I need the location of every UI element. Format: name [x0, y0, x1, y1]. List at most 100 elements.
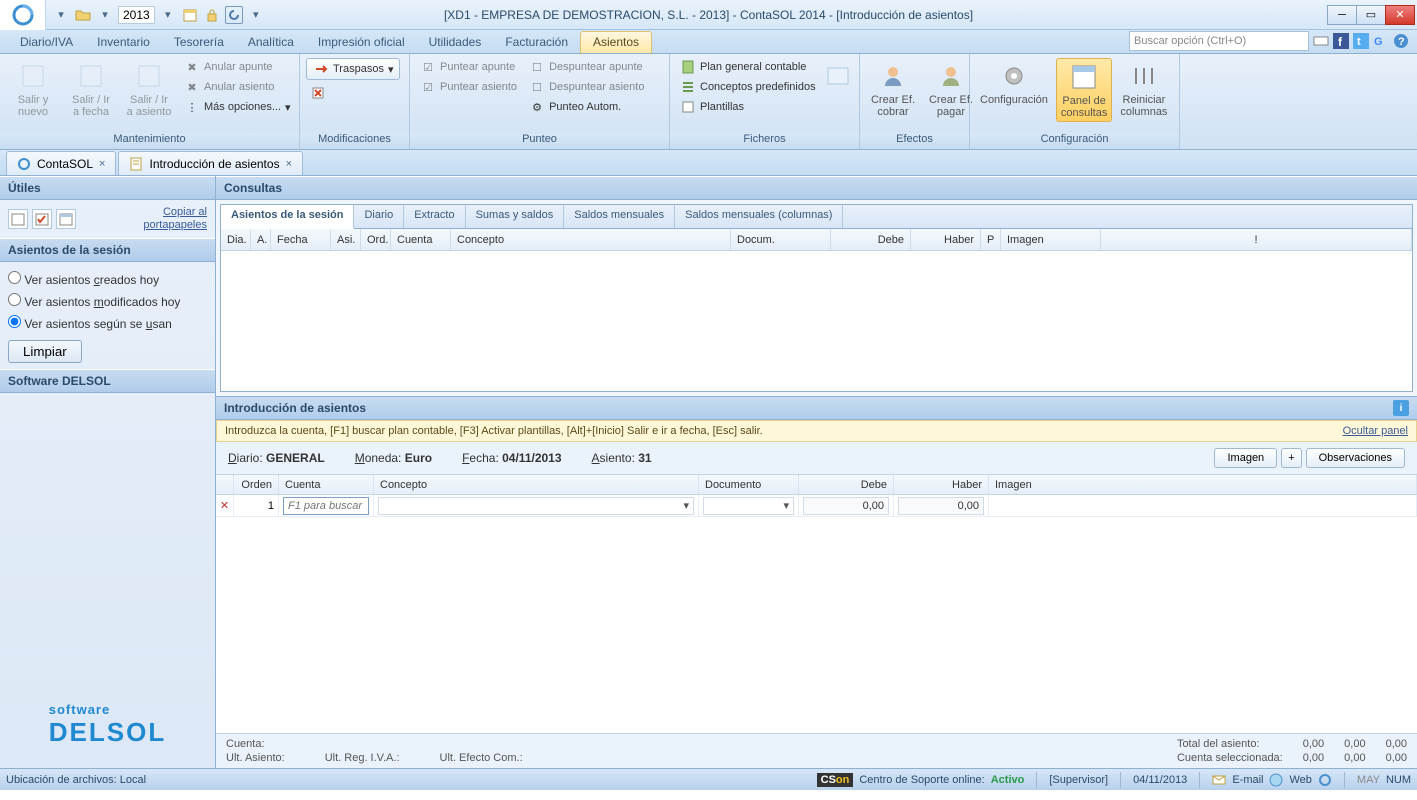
hint-bar: Introduzca la cuenta, [F1] buscar plan c…: [216, 420, 1417, 442]
plus-button[interactable]: +: [1281, 448, 1301, 468]
keyboard-icon[interactable]: [1313, 33, 1329, 49]
group-label: Punteo: [410, 133, 669, 149]
may-status: MAY: [1357, 774, 1380, 786]
lock-icon[interactable]: [203, 6, 221, 24]
google-icon[interactable]: G: [1373, 33, 1389, 49]
copiar-link[interactable]: Copiar al portapapeles: [143, 206, 207, 232]
search-input[interactable]: Buscar opción (Ctrl+O): [1129, 31, 1309, 51]
ficheros-extra-button[interactable]: [824, 58, 853, 94]
concepto-dropdown[interactable]: ▾: [378, 497, 694, 515]
haber-input[interactable]: [898, 497, 984, 515]
folder-icon[interactable]: [74, 6, 92, 24]
help-icon[interactable]: ?: [1393, 33, 1409, 49]
limpiar-button[interactable]: Limpiar: [8, 340, 82, 363]
num-status: NUM: [1386, 774, 1411, 786]
radio-modificados[interactable]: Ver asientos modificados hoy: [8, 290, 207, 312]
minimize-button[interactable]: ─: [1327, 5, 1357, 25]
email-icon[interactable]: [1212, 773, 1226, 787]
app-logo[interactable]: [0, 0, 46, 30]
dropdown-icon[interactable]: ▾: [247, 6, 265, 24]
cuenta-input[interactable]: [283, 497, 369, 515]
chevron-down-icon: ▾: [679, 499, 693, 512]
grid-body[interactable]: [221, 251, 1412, 391]
tab-diario[interactable]: Diario/IVA: [8, 32, 85, 53]
despuntear-asiento-button[interactable]: ☐Despuntear asiento: [525, 78, 648, 96]
quick-access-toolbar: ▾ ▾ 2013 ▾ ▾: [46, 6, 271, 24]
ctab-sumas[interactable]: Sumas y saldos: [466, 205, 565, 228]
despuntear-apunte-button[interactable]: ☐Despuntear apunte: [525, 58, 648, 76]
salir-nuevo-button[interactable]: Salir y nuevo: [6, 58, 60, 120]
anular-asiento-button[interactable]: ✖Anular asiento: [180, 78, 295, 96]
tab-tesoreria[interactable]: Tesorería: [162, 32, 236, 53]
ubicacion-status: Ubicación de archivos: Local: [6, 774, 146, 786]
right-pane: Consultas Asientos de la sesión Diario E…: [216, 176, 1417, 768]
reiniciar-columnas-button[interactable]: Reiniciar columnas: [1116, 58, 1171, 120]
dropdown-icon[interactable]: ▾: [159, 6, 177, 24]
globe-icon[interactable]: [1269, 773, 1283, 787]
refresh-status-icon[interactable]: [1318, 773, 1332, 787]
dropdown-icon[interactable]: ▾: [96, 6, 114, 24]
document-tabs: ContaSOL × Introducción de asientos ×: [0, 150, 1417, 176]
close-tab-icon[interactable]: ×: [99, 158, 105, 170]
dropdown-icon[interactable]: ▾: [52, 6, 70, 24]
software-header: Software DELSOL: [0, 369, 215, 393]
mas-opciones-button[interactable]: ⋮Más opciones... ▾: [180, 98, 295, 116]
tool-icon-2[interactable]: [32, 209, 52, 229]
documento-dropdown[interactable]: ▾: [703, 497, 794, 515]
refresh-icon[interactable]: [225, 6, 243, 24]
close-button[interactable]: ✕: [1385, 5, 1415, 25]
tool-icon-1[interactable]: [8, 209, 28, 229]
delete-icon: [310, 85, 326, 101]
tab-asientos[interactable]: Asientos: [580, 31, 652, 53]
person-icon: [935, 60, 967, 92]
entry-row: ✕ 1 ▾ ▾: [216, 495, 1417, 517]
observaciones-button[interactable]: Observaciones: [1306, 448, 1405, 468]
ctab-sesion[interactable]: Asientos de la sesión: [221, 205, 354, 229]
radio-usan[interactable]: Ver asientos según se usan: [8, 312, 207, 334]
salir-fecha-button[interactable]: Salir / Ir a fecha: [64, 58, 118, 120]
web-link[interactable]: Web: [1289, 774, 1311, 786]
tool-icon-3[interactable]: [56, 209, 76, 229]
delete-row-icon[interactable]: ✕: [216, 495, 234, 516]
entry-area: ✕ 1 ▾ ▾: [216, 495, 1417, 733]
ctab-saldos-col[interactable]: Saldos mensuales (columnas): [675, 205, 843, 228]
punteo-autom-button[interactable]: ⚙Punteo Autom.: [525, 98, 648, 116]
calendar-icon[interactable]: [181, 6, 199, 24]
traspasos-button[interactable]: Traspasos ▾: [306, 58, 400, 80]
tab-facturacion[interactable]: Facturación: [493, 32, 580, 53]
configuracion-button[interactable]: Configuración: [976, 58, 1052, 108]
puntear-asiento-button[interactable]: ☑Puntear asiento: [416, 78, 521, 96]
delete-button[interactable]: [306, 84, 330, 102]
panel-consultas-button[interactable]: Panel de consultas: [1056, 58, 1112, 122]
twitter-icon[interactable]: t: [1353, 33, 1369, 49]
crear-ef-cobrar-button[interactable]: Crear Ef. cobrar: [866, 58, 920, 120]
anular-apunte-button[interactable]: ✖Anular apunte: [180, 58, 295, 76]
tab-analitica[interactable]: Analítica: [236, 32, 306, 53]
doc-tab-contasol[interactable]: ContaSOL ×: [6, 151, 116, 175]
email-link[interactable]: E-mail: [1232, 774, 1263, 786]
debe-input[interactable]: [803, 497, 889, 515]
conceptos-button[interactable]: Conceptos predefinidos: [676, 78, 820, 96]
ctab-extracto[interactable]: Extracto: [404, 205, 465, 228]
imagen-cell[interactable]: [989, 495, 1417, 516]
info-icon[interactable]: i: [1393, 400, 1409, 416]
maximize-button[interactable]: ▭: [1356, 5, 1386, 25]
ctab-diario[interactable]: Diario: [354, 205, 404, 228]
plantillas-button[interactable]: Plantillas: [676, 98, 820, 116]
tab-utilidades[interactable]: Utilidades: [417, 32, 494, 53]
year-selector[interactable]: 2013: [118, 6, 155, 24]
ocultar-panel-link[interactable]: Ocultar panel: [1343, 425, 1408, 437]
ctab-saldos[interactable]: Saldos mensuales: [564, 205, 675, 228]
tab-impresion[interactable]: Impresión oficial: [306, 32, 417, 53]
salir-asiento-button[interactable]: Salir / Ir a asiento: [122, 58, 176, 120]
close-tab-icon[interactable]: ×: [286, 158, 292, 170]
consultas-tabs: Asientos de la sesión Diario Extracto Su…: [221, 205, 1412, 229]
radio-creados[interactable]: Ver asientos creados hoy: [8, 268, 207, 290]
plan-general-button[interactable]: Plan general contable: [676, 58, 820, 76]
facebook-icon[interactable]: f: [1333, 33, 1349, 49]
doc-tab-introduccion[interactable]: Introducción de asientos ×: [118, 151, 303, 175]
puntear-apunte-button[interactable]: ☑Puntear apunte: [416, 58, 521, 76]
tab-inventario[interactable]: Inventario: [85, 32, 162, 53]
imagen-button[interactable]: Imagen: [1214, 448, 1277, 468]
transfer-icon: [313, 61, 329, 77]
